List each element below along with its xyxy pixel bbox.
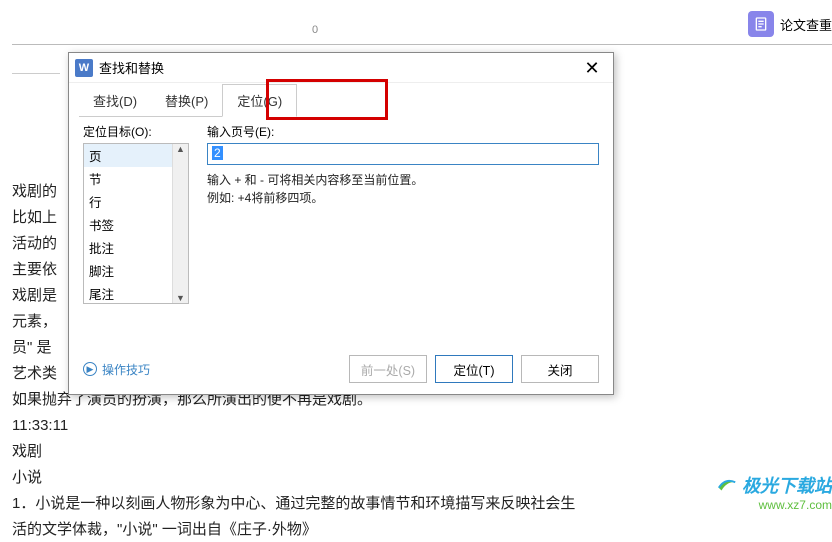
doc-line: 11:33:11 xyxy=(12,413,832,438)
app-icon: W xyxy=(75,59,93,77)
plagiarism-check-badge[interactable]: 论文查重 xyxy=(748,10,832,38)
list-item[interactable]: 页 xyxy=(84,144,172,167)
hint-text: 输入 + 和 - 可将相关内容移至当前位置。 例如: +4将前移四项。 xyxy=(207,171,599,207)
list-item[interactable]: 节 xyxy=(84,167,172,190)
goto-target-list[interactable]: 页 节 行 书签 批注 脚注 尾注 域 ▲▼ xyxy=(83,143,189,304)
page-number-label: 输入页号(E): xyxy=(207,123,599,140)
swoosh-icon xyxy=(716,474,738,496)
list-item[interactable]: 行 xyxy=(84,190,172,213)
list-item[interactable]: 批注 xyxy=(84,236,172,259)
page-number-input[interactable]: 2 xyxy=(207,143,599,165)
scroll-up-icon[interactable]: ▲ xyxy=(176,144,185,154)
prev-button: 前一处(S) xyxy=(349,355,427,383)
ruler-zero: 0 xyxy=(312,24,318,36)
document-check-icon xyxy=(748,11,774,37)
doc-line: 活的文学体裁，"小说" 一词出自《庄子·外物》 xyxy=(12,517,832,542)
list-item[interactable]: 书签 xyxy=(84,213,172,236)
watermark-brand: 极光下载站 xyxy=(716,472,832,498)
dialog-titlebar[interactable]: W 查找和替换 ✕ xyxy=(69,53,613,83)
ruler: 0 xyxy=(12,0,832,45)
tips-link[interactable]: ▶ 操作技巧 xyxy=(83,361,150,378)
tab-replace[interactable]: 替换(P) xyxy=(151,85,222,117)
list-item[interactable]: 脚注 xyxy=(84,259,172,282)
tab-goto[interactable]: 定位(G) xyxy=(222,84,297,117)
find-replace-dialog: W 查找和替换 ✕ 查找(D) 替换(P) 定位(G) 定位目标(O): 页 节… xyxy=(68,52,614,395)
doc-line: 小说 xyxy=(12,465,832,490)
target-label: 定位目标(O): xyxy=(83,123,189,140)
scroll-down-icon[interactable]: ▼ xyxy=(176,293,185,303)
dialog-title: 查找和替换 xyxy=(99,58,577,77)
badge-label: 论文查重 xyxy=(780,15,832,34)
doc-tabstrip xyxy=(12,44,60,74)
page-number-value: 2 xyxy=(212,146,223,160)
play-icon: ▶ xyxy=(83,362,97,376)
close-icon[interactable]: ✕ xyxy=(577,59,607,77)
watermark-url: www.xz7.com xyxy=(716,498,832,512)
dialog-tabs: 查找(D) 替换(P) 定位(G) xyxy=(69,83,613,117)
tips-label: 操作技巧 xyxy=(102,361,150,378)
tab-find[interactable]: 查找(D) xyxy=(79,85,151,117)
list-scrollbar[interactable]: ▲▼ xyxy=(172,144,188,303)
list-item[interactable]: 尾注 xyxy=(84,282,172,303)
watermark: 极光下载站 www.xz7.com xyxy=(716,472,832,512)
hint-line: 例如: +4将前移四项。 xyxy=(207,189,599,207)
doc-line: 1．小说是一种以刻画人物形象为中心、通过完整的故事情节和环境描写来反映社会生 xyxy=(12,491,832,516)
goto-button[interactable]: 定位(T) xyxy=(435,355,513,383)
hint-line: 输入 + 和 - 可将相关内容移至当前位置。 xyxy=(207,171,599,189)
doc-line: 戏剧 xyxy=(12,439,832,464)
close-button[interactable]: 关闭 xyxy=(521,355,599,383)
